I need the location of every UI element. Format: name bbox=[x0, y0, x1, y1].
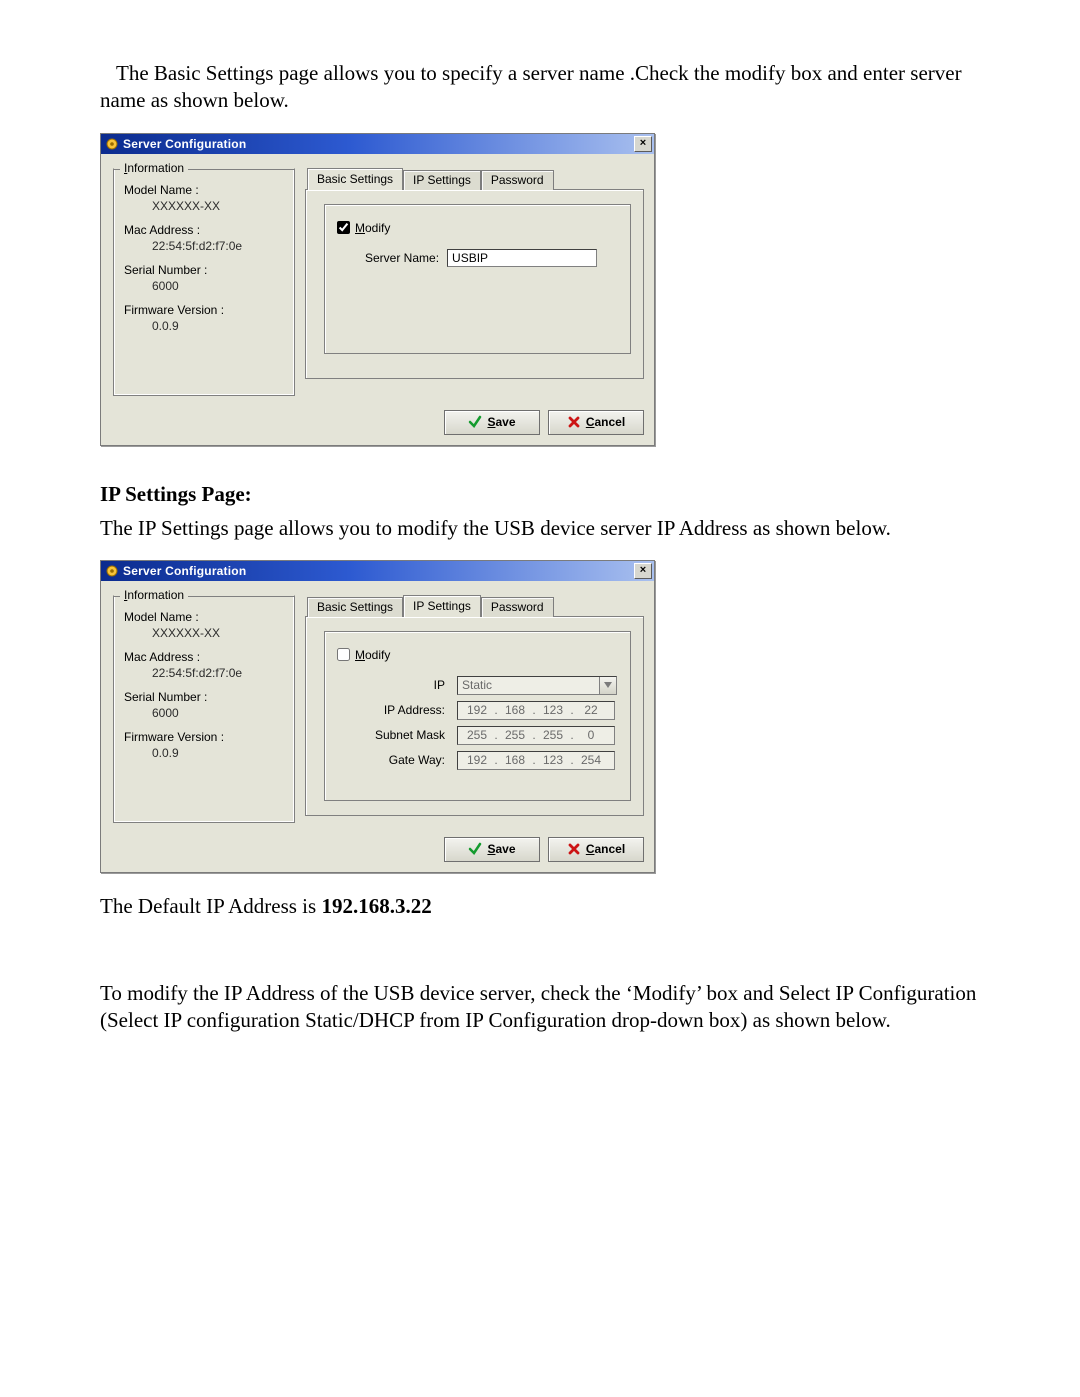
close-button[interactable]: × bbox=[634, 563, 652, 579]
ip-mode-label: IP bbox=[337, 678, 445, 692]
default-ip-paragraph: The Default IP Address is 192.168.3.22 bbox=[100, 893, 985, 920]
ip-address-input[interactable]: 192. 168. 123. 22 bbox=[457, 701, 615, 720]
save-button[interactable]: Save bbox=[444, 837, 540, 862]
serial-number-label: Serial Number : bbox=[124, 263, 288, 277]
server-config-dialog-basic: Server Configuration × Information Model… bbox=[100, 133, 655, 446]
tabstrip: Basic Settings IP Settings Password bbox=[305, 168, 644, 190]
tab-basic-settings[interactable]: Basic Settings bbox=[307, 168, 403, 190]
gear-icon bbox=[105, 564, 119, 578]
ip-settings-panel: Modify IP Static IP A bbox=[305, 616, 644, 816]
x-icon bbox=[567, 842, 581, 856]
firmware-version-value: 0.0.9 bbox=[152, 746, 288, 760]
server-name-input[interactable] bbox=[447, 249, 597, 267]
dialog-title: Server Configuration bbox=[123, 137, 634, 151]
cancel-button-label: Cancel bbox=[586, 842, 625, 856]
modify-label: Modify bbox=[355, 648, 390, 662]
ip-settings-heading: IP Settings Page: bbox=[100, 482, 985, 507]
mac-address-label: Mac Address : bbox=[124, 223, 288, 237]
tab-password[interactable]: Password bbox=[481, 170, 554, 190]
model-name-label: Model Name : bbox=[124, 610, 288, 624]
cancel-button-label: Cancel bbox=[586, 415, 625, 429]
serial-number-label: Serial Number : bbox=[124, 690, 288, 704]
firmware-version-label: Firmware Version : bbox=[124, 730, 288, 744]
information-legend: Information bbox=[120, 588, 188, 602]
titlebar: Server Configuration × bbox=[101, 134, 654, 154]
modify-instructions-paragraph: To modify the IP Address of the USB devi… bbox=[100, 980, 985, 1035]
modify-checkbox[interactable] bbox=[337, 221, 350, 234]
tab-password[interactable]: Password bbox=[481, 597, 554, 617]
basic-settings-panel: Modify Server Name: bbox=[305, 189, 644, 379]
check-icon bbox=[468, 842, 482, 856]
x-icon bbox=[567, 415, 581, 429]
cancel-button[interactable]: Cancel bbox=[548, 837, 644, 862]
gateway-label: Gate Way: bbox=[337, 753, 445, 767]
subnet-mask-label: Subnet Mask bbox=[337, 728, 445, 742]
server-name-label: Server Name: bbox=[365, 251, 439, 265]
ip-address-label: IP Address: bbox=[337, 703, 445, 717]
modify-label: Modify bbox=[355, 221, 390, 235]
default-ip-value: 192.168.3.22 bbox=[321, 894, 431, 918]
model-name-label: Model Name : bbox=[124, 183, 288, 197]
tab-basic-settings[interactable]: Basic Settings bbox=[307, 597, 403, 617]
gear-icon bbox=[105, 137, 119, 151]
serial-number-value: 6000 bbox=[152, 279, 288, 293]
model-name-value: XXXXXX-XX bbox=[152, 626, 288, 640]
ip-octet: 22 bbox=[576, 703, 606, 717]
subnet-mask-input[interactable]: 255. 255. 255. 0 bbox=[457, 726, 615, 745]
cancel-button[interactable]: Cancel bbox=[548, 410, 644, 435]
ip-octet: 168 bbox=[500, 703, 530, 717]
save-button-label: Save bbox=[487, 415, 515, 429]
tab-ip-settings[interactable]: IP Settings bbox=[403, 170, 481, 190]
information-groupbox: Information Model Name : XXXXXX-XX Mac A… bbox=[113, 168, 295, 396]
ip-octet: 123 bbox=[538, 703, 568, 717]
ip-octet: 192 bbox=[462, 703, 492, 717]
mac-address-value: 22:54:5f:d2:f7:0e bbox=[152, 666, 288, 680]
ip-octet: 192 bbox=[462, 753, 492, 767]
ip-octet: 0 bbox=[576, 728, 606, 742]
titlebar: Server Configuration × bbox=[101, 561, 654, 581]
ip-octet: 254 bbox=[576, 753, 606, 767]
server-config-dialog-ip: Server Configuration × Information Model… bbox=[100, 560, 655, 873]
intro-paragraph: The Basic Settings page allows you to sp… bbox=[100, 60, 985, 115]
close-button[interactable]: × bbox=[634, 136, 652, 152]
mac-address-value: 22:54:5f:d2:f7:0e bbox=[152, 239, 288, 253]
information-legend: Information bbox=[120, 161, 188, 175]
ip-octet: 123 bbox=[538, 753, 568, 767]
save-button-label: Save bbox=[487, 842, 515, 856]
information-groupbox: Information Model Name : XXXXXX-XX Mac A… bbox=[113, 595, 295, 823]
mac-address-label: Mac Address : bbox=[124, 650, 288, 664]
ip-octet: 255 bbox=[500, 728, 530, 742]
firmware-version-value: 0.0.9 bbox=[152, 319, 288, 333]
check-icon bbox=[468, 415, 482, 429]
save-button[interactable]: Save bbox=[444, 410, 540, 435]
modify-checkbox[interactable] bbox=[337, 648, 350, 661]
chevron-down-icon bbox=[599, 677, 616, 694]
ip-octet: 168 bbox=[500, 753, 530, 767]
ip-octet: 255 bbox=[462, 728, 492, 742]
firmware-version-label: Firmware Version : bbox=[124, 303, 288, 317]
ip-octet: 255 bbox=[538, 728, 568, 742]
gateway-input[interactable]: 192. 168. 123. 254 bbox=[457, 751, 615, 770]
tabstrip: Basic Settings IP Settings Password bbox=[305, 595, 644, 617]
model-name-value: XXXXXX-XX bbox=[152, 199, 288, 213]
ip-mode-value: Static bbox=[458, 677, 599, 694]
tab-ip-settings[interactable]: IP Settings bbox=[403, 595, 481, 617]
default-ip-prefix: The Default IP Address is bbox=[100, 894, 321, 918]
dialog-title: Server Configuration bbox=[123, 564, 634, 578]
serial-number-value: 6000 bbox=[152, 706, 288, 720]
ip-mode-combo[interactable]: Static bbox=[457, 676, 617, 695]
ip-settings-paragraph: The IP Settings page allows you to modif… bbox=[100, 515, 985, 542]
